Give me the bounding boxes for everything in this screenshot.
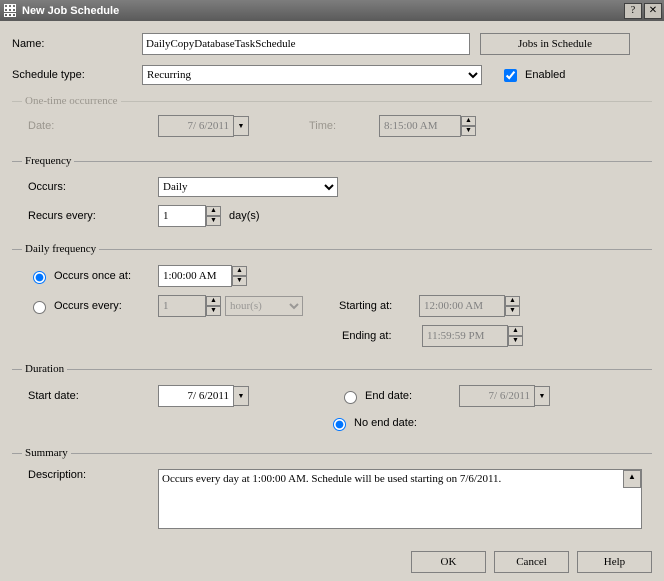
occurs-label: Occurs: [22, 181, 158, 193]
occurs-every-n-input [158, 295, 206, 317]
schedule-type-select[interactable]: Recurring [142, 65, 482, 85]
occurs-once-radio[interactable]: Occurs once at: [22, 268, 158, 284]
spin-up: ▲ [206, 296, 221, 306]
ok-button[interactable]: OK [411, 551, 486, 573]
help-titlebar-button[interactable]: ? [624, 3, 642, 19]
title-bar: New Job Schedule ? ✕ [0, 0, 664, 21]
one-time-group: One-time occurrence Date: ▼ Time: ▲▼ [12, 95, 652, 145]
name-input[interactable] [142, 33, 470, 55]
app-icon [4, 4, 18, 18]
one-time-time-input [379, 115, 461, 137]
spin-up: ▲ [505, 296, 520, 306]
spin-down[interactable]: ▼ [206, 216, 221, 226]
enabled-checkbox[interactable]: Enabled [500, 66, 565, 85]
cancel-button[interactable]: Cancel [494, 551, 569, 573]
one-time-date-label: Date: [22, 120, 158, 132]
starting-at-label: Starting at: [339, 300, 419, 312]
end-date-input [459, 385, 535, 407]
jobs-in-schedule-button[interactable]: Jobs in Schedule [480, 33, 630, 55]
frequency-group: Frequency Occurs: Daily Recurs every: ▲▼… [12, 155, 652, 233]
close-button[interactable]: ✕ [644, 3, 662, 19]
spin-up[interactable]: ▲ [232, 266, 247, 276]
occurs-once-time-input[interactable] [158, 265, 232, 287]
occurs-select[interactable]: Daily [158, 177, 338, 197]
spin-down: ▼ [206, 306, 221, 316]
description-textarea[interactable]: Occurs every day at 1:00:00 AM. Schedule… [158, 469, 642, 529]
enabled-checkbox-input[interactable] [504, 69, 517, 82]
spin-down: ▼ [508, 336, 523, 346]
occurs-every-radio[interactable]: Occurs every: [22, 298, 158, 314]
description-label: Description: [22, 469, 158, 481]
ending-at-input [422, 325, 508, 347]
recurs-every-input[interactable] [158, 205, 206, 227]
occurs-every-unit-select: hour(s) [225, 296, 303, 316]
no-end-date-radio[interactable]: No end date: [328, 415, 448, 431]
spin-up: ▲ [508, 326, 523, 336]
spin-down[interactable]: ▼ [232, 276, 247, 286]
one-time-legend: One-time occurrence [22, 95, 121, 107]
frequency-legend: Frequency [22, 155, 74, 167]
days-unit-label: day(s) [229, 210, 260, 222]
name-label: Name: [12, 38, 142, 50]
spin-down: ▼ [461, 126, 476, 136]
summary-group: Summary Description: Occurs every day at… [12, 447, 652, 538]
schedule-type-label: Schedule type: [12, 69, 142, 81]
one-time-date-dropdown: ▼ [234, 116, 249, 136]
end-date-dropdown: ▼ [535, 386, 550, 406]
start-date-label: Start date: [22, 390, 158, 402]
one-time-time-label: Time: [309, 120, 379, 132]
recurs-every-label: Recurs every: [22, 210, 158, 222]
start-date-input[interactable] [158, 385, 234, 407]
starting-at-input [419, 295, 505, 317]
duration-group: Duration Start date: ▼ End date: ▼ No en… [12, 363, 652, 437]
spin-up[interactable]: ▲ [206, 206, 221, 216]
duration-legend: Duration [22, 363, 67, 375]
summary-legend: Summary [22, 447, 71, 459]
window-title: New Job Schedule [22, 5, 119, 17]
ending-at-label: Ending at: [342, 330, 422, 342]
spin-up: ▲ [461, 116, 476, 126]
scroll-up-icon[interactable]: ▲ [623, 470, 641, 488]
one-time-date-input [158, 115, 234, 137]
spin-down: ▼ [505, 306, 520, 316]
daily-freq-legend: Daily frequency [22, 243, 99, 255]
end-date-radio[interactable]: End date: [339, 388, 459, 404]
daily-frequency-group: Daily frequency Occurs once at: ▲▼ Occur… [12, 243, 652, 353]
help-button[interactable]: Help [577, 551, 652, 573]
start-date-dropdown[interactable]: ▼ [234, 386, 249, 406]
